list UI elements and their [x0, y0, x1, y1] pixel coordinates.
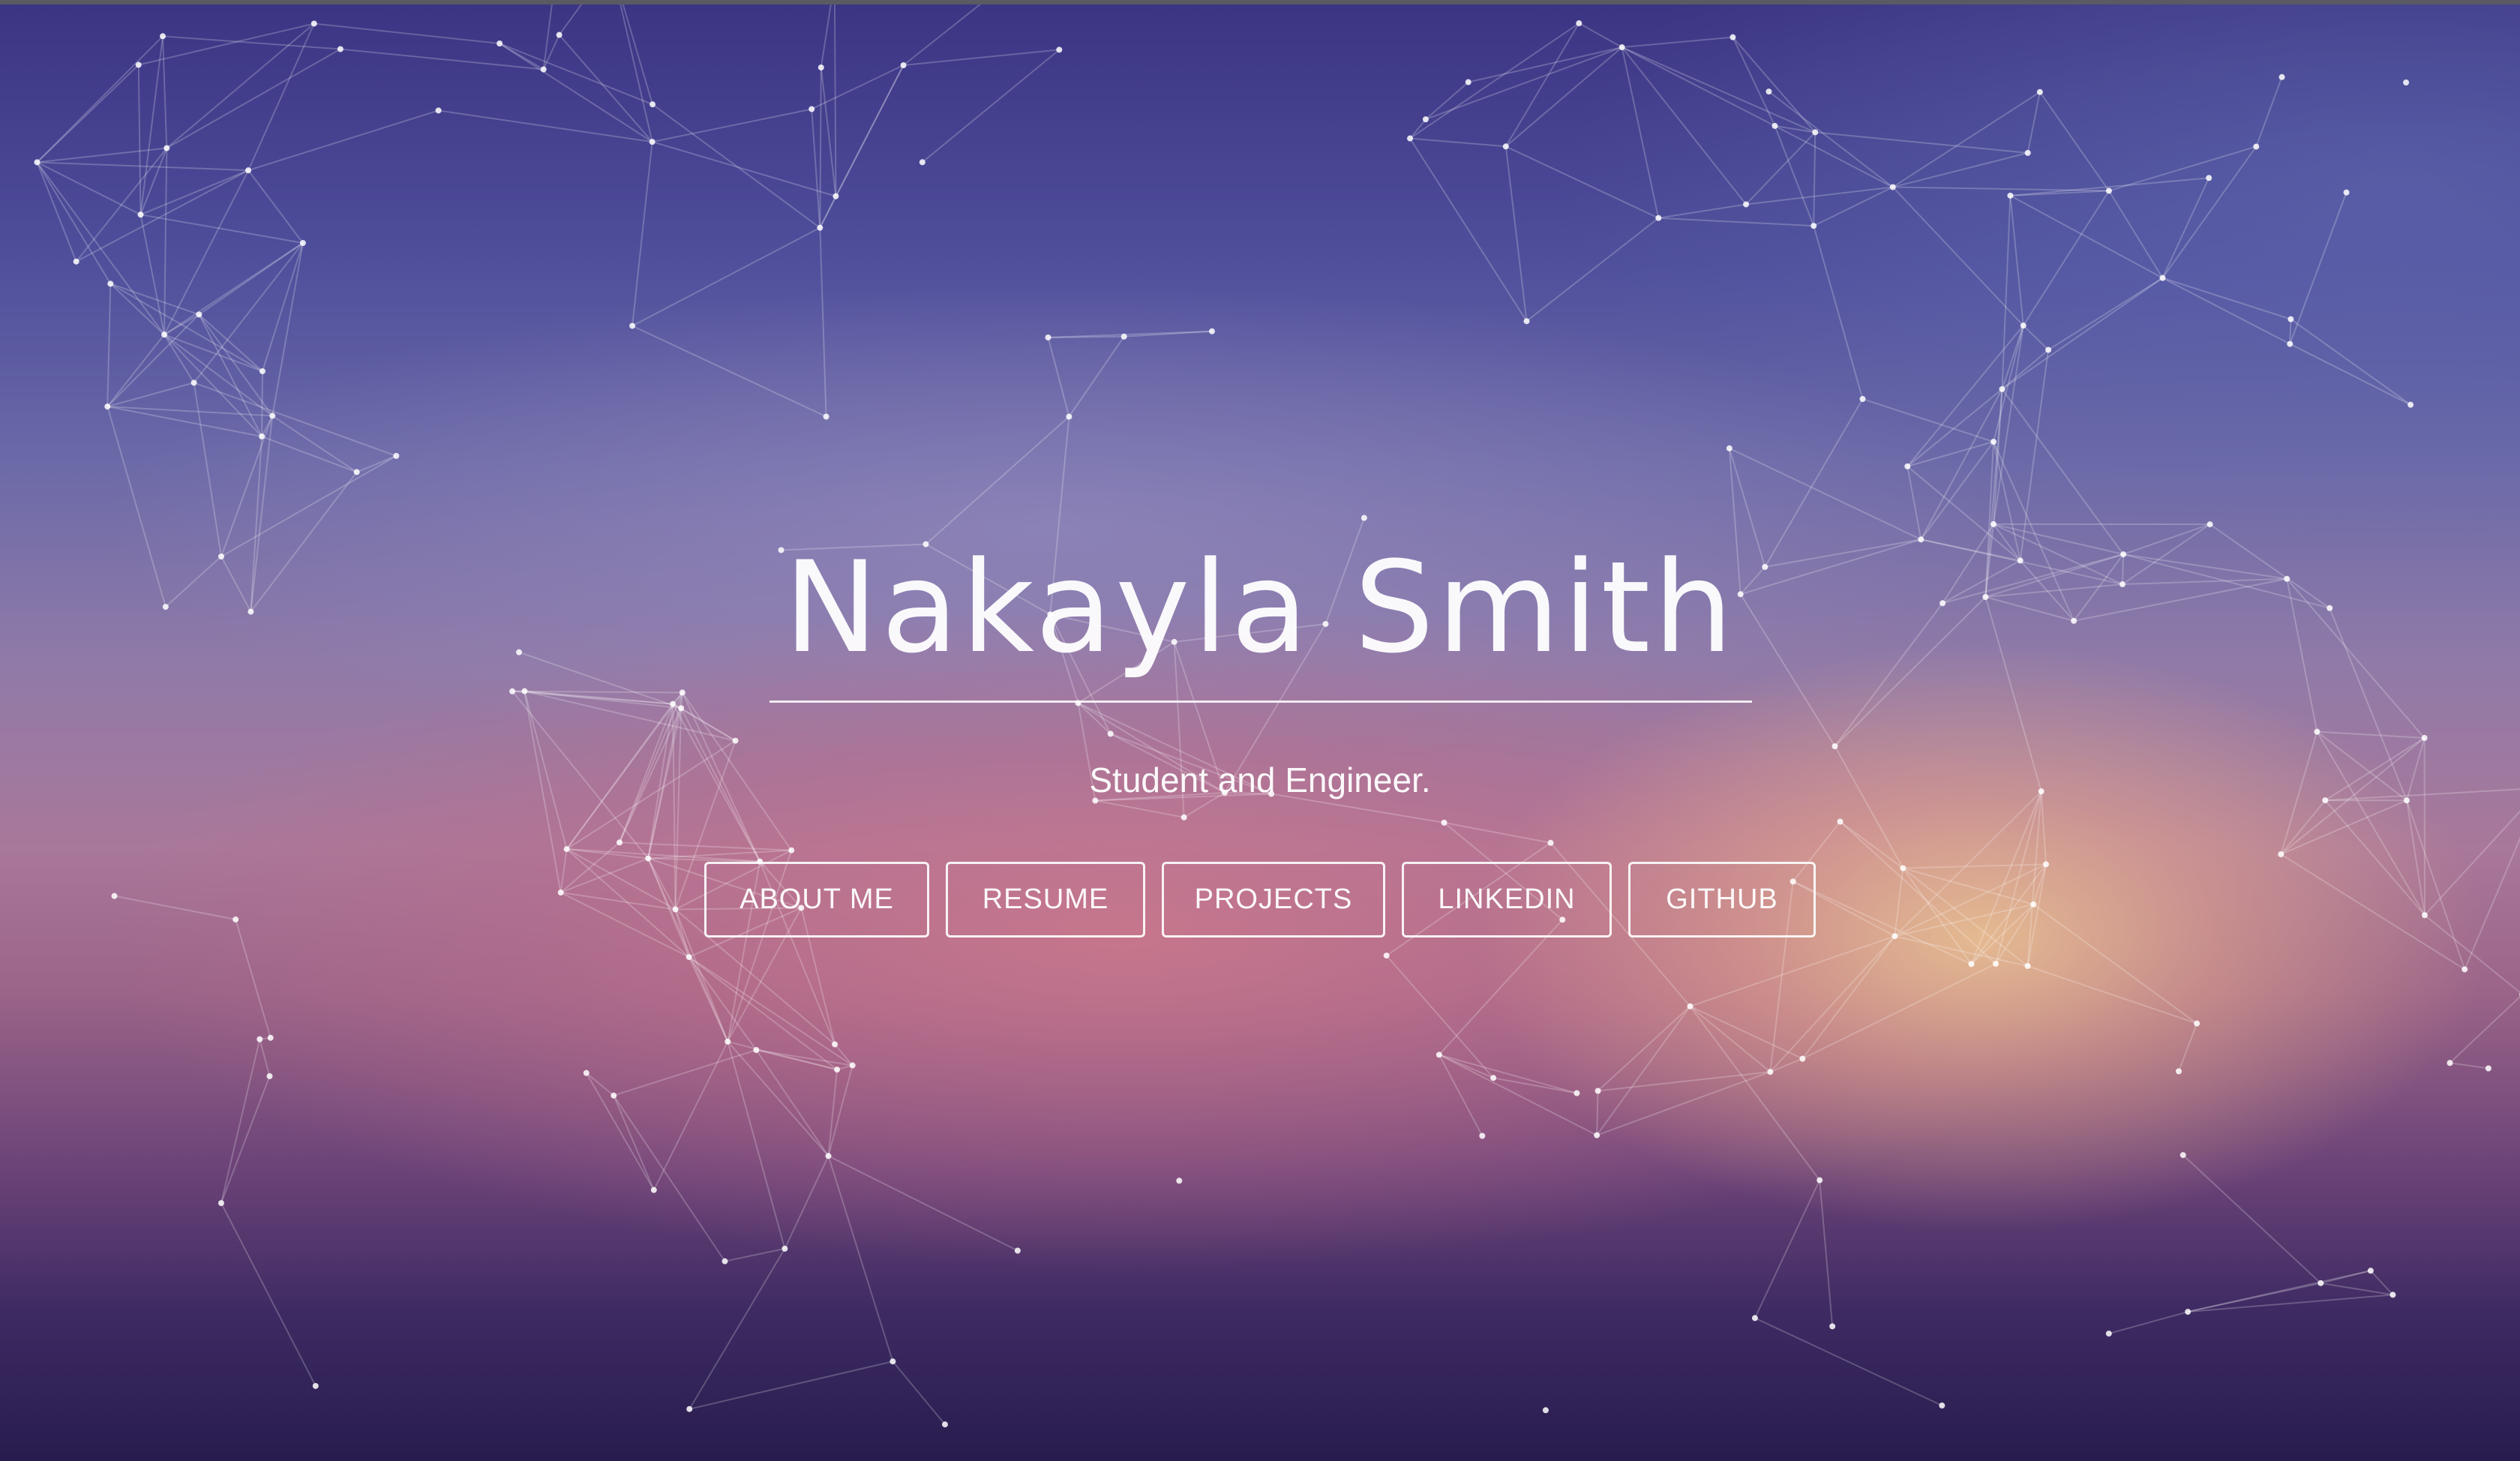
- hero-section: Nakayla Smith Student and Engineer. ABOU…: [0, 0, 2520, 1461]
- page-title: Nakayla Smith: [784, 534, 1736, 681]
- title-divider: [770, 700, 1752, 703]
- window-top-edge: [0, 0, 2520, 4]
- linkedin-button[interactable]: LINKEDIN: [1402, 862, 1612, 938]
- projects-button[interactable]: PROJECTS: [1162, 862, 1385, 938]
- github-button[interactable]: GITHUB: [1628, 862, 1816, 938]
- page: Nakayla Smith Student and Engineer. ABOU…: [0, 0, 2520, 1461]
- hero-nav: ABOUT ME RESUME PROJECTS LINKEDIN GITHUB: [0, 862, 2520, 938]
- resume-button[interactable]: RESUME: [946, 862, 1145, 938]
- about-me-button[interactable]: ABOUT ME: [704, 862, 929, 938]
- tagline: Student and Engineer.: [1089, 760, 1431, 800]
